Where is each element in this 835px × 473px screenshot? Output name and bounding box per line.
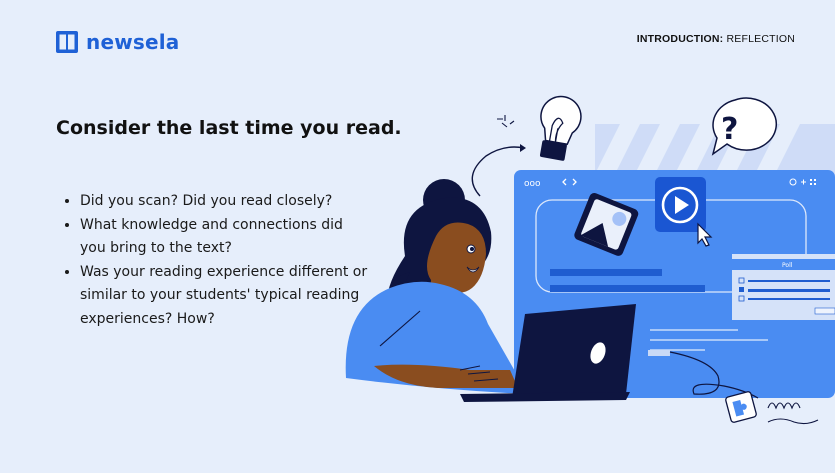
reflection-question-list: Did you scan? Did you read closely? What… — [66, 190, 370, 331]
reflection-question: Was your reading experience different or… — [80, 261, 370, 332]
reflection-question: Did you scan? Did you read closely? — [80, 190, 370, 214]
person-body — [345, 281, 528, 394]
section-label-rest: REFLECTION — [726, 33, 795, 45]
section-label-strong: INTRODUCTION: — [636, 33, 724, 45]
question-mark: ? — [721, 112, 738, 147]
newsela-logo: newsela — [56, 30, 180, 54]
poll-title: Poll — [782, 262, 793, 269]
section-label: INTRODUCTION: REFLECTION — [637, 33, 795, 45]
lightbulb-icon — [539, 95, 582, 161]
poll-card: Poll — [732, 254, 835, 320]
newsela-logo-mark-icon — [56, 31, 78, 53]
window-dots: ooo — [524, 179, 541, 189]
brand-name: newsela — [86, 30, 180, 54]
reading-illustration: ooo Poll ? — [345, 95, 835, 425]
reflection-question: What knowledge and connections did you b… — [80, 214, 370, 261]
